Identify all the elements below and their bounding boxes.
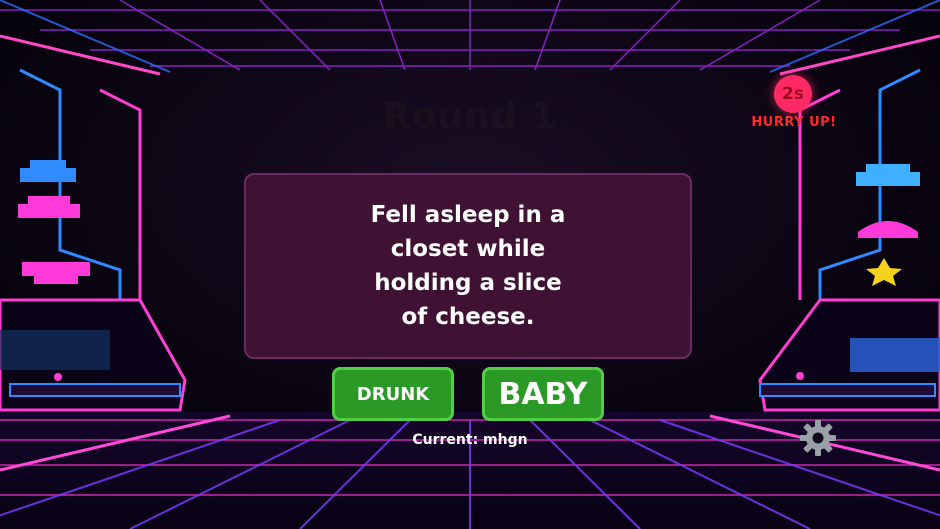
prompt-text: Fell asleep in a closet while holding a … bbox=[370, 202, 566, 330]
prompt-card: Fell asleep in a closet while holding a … bbox=[244, 173, 692, 359]
baby-button[interactable]: BABY bbox=[482, 367, 604, 421]
drunk-button[interactable]: DRUNK bbox=[332, 367, 454, 421]
timer-badge: 2s bbox=[774, 75, 812, 113]
hurry-up-label: HURRY UP! bbox=[751, 115, 837, 130]
current-player-label: Current: mhgn bbox=[412, 432, 528, 448]
round-title: Round 1 bbox=[382, 96, 558, 137]
gear-icon[interactable] bbox=[798, 418, 838, 458]
